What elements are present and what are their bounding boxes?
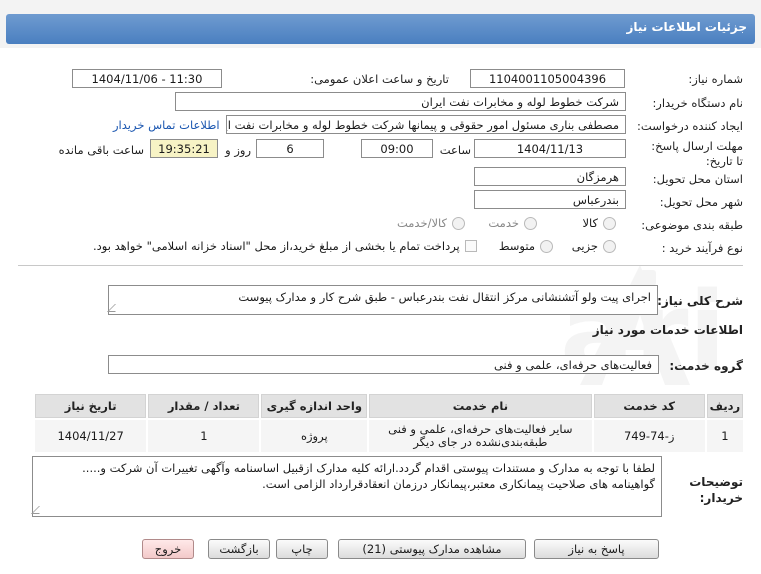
category-option-goods-service[interactable]: کالا/خدمت xyxy=(397,216,465,230)
cell-row-number: 1 xyxy=(706,420,743,452)
description-label: شرح کلی نیاز: xyxy=(657,294,743,308)
purchase-option-minor[interactable]: جزیی xyxy=(572,239,616,253)
resize-handle-icon[interactable] xyxy=(31,506,47,514)
description-textarea: اجرای پیت ولو آتشنشانی مرکز انتقال نفت ب… xyxy=(107,285,658,315)
buyer-org-field: شرکت خطوط لوله و مخابرات نفت ایران xyxy=(175,92,626,111)
treasury-payment-checkbox[interactable]: پرداخت تمام یا بخشی از مبلغ خرید،از محل … xyxy=(93,239,477,253)
radio-icon[interactable] xyxy=(540,239,553,253)
creator-label: ایجاد کننده درخواست: xyxy=(637,119,743,133)
cell-quantity: 1 xyxy=(148,420,260,452)
cell-service-name: سایر فعالیت‌های حرفه‌ای، علمی و فنی طبقه… xyxy=(369,420,592,452)
description-text: اجرای پیت ولو آتشنشانی مرکز انتقال نفت ب… xyxy=(238,290,651,304)
title-bar: جزئیات اطلاعات نیاز xyxy=(0,0,761,48)
province-field: هرمزگان xyxy=(474,167,626,186)
back-button[interactable]: بازگشت xyxy=(208,539,270,559)
checkbox-icon[interactable] xyxy=(464,240,477,252)
city-label: شهر محل تحویل: xyxy=(659,195,743,209)
col-quantity: تعداد / مقدار xyxy=(148,394,260,418)
remaining-time-field: 19:35:21 xyxy=(150,139,218,158)
days-label: روز و xyxy=(225,143,251,157)
cell-unit: پروژه xyxy=(261,420,368,452)
city-field: بندرعباس xyxy=(474,190,626,209)
table-header-row: ردیف کد خدمت نام خدمت واحد اندازه گیری ت… xyxy=(35,394,743,418)
deadline-time-field: 09:00 xyxy=(361,139,433,158)
remaining-time-label: ساعت باقی مانده xyxy=(58,143,144,157)
reply-button[interactable]: پاسخ به نیاز xyxy=(534,539,659,559)
col-unit: واحد اندازه گیری xyxy=(261,394,368,418)
category-option-goods[interactable]: کالا xyxy=(582,216,616,230)
deadline-time-label: ساعت xyxy=(439,143,471,157)
days-remaining-field: 6 xyxy=(256,139,324,158)
col-need-date: تاریخ نیاز xyxy=(35,394,147,418)
need-number-label: شماره نیاز: xyxy=(688,72,743,86)
purchase-type-label: نوع فرآیند خرید : xyxy=(661,241,743,255)
col-service-name: نام خدمت xyxy=(369,394,592,418)
cell-need-date: 1404/11/27 xyxy=(35,420,147,452)
col-service-code: کد خدمت xyxy=(593,394,705,418)
buyer-org-label: نام دستگاه خریدار: xyxy=(652,96,743,110)
buyer-contact-link[interactable]: اطلاعات تماس خریدار xyxy=(113,118,220,132)
deadline-label: مهلت ارسال پاسخ: تا تاریخ: xyxy=(651,139,743,168)
deadline-date-field: 1404/11/13 xyxy=(474,139,626,158)
services-section-title: اطلاعات خدمات مورد نیاز xyxy=(592,323,743,337)
need-number-field: 1104001105004396 xyxy=(470,69,625,88)
page-title: جزئیات اطلاعات نیاز xyxy=(626,20,747,34)
service-group-label: گروه خدمت: xyxy=(669,359,743,373)
col-row-number: ردیف xyxy=(706,394,743,418)
buyer-notes-text: لطفا با توجه به مدارک و مستندات پیوستی ا… xyxy=(82,461,655,491)
radio-icon[interactable] xyxy=(603,239,616,253)
radio-icon[interactable] xyxy=(603,216,616,230)
print-button[interactable]: چاپ xyxy=(276,539,328,559)
announce-date-label: تاریخ و ساعت اعلان عمومی: xyxy=(310,72,449,86)
view-attachments-button[interactable]: مشاهده مدارک پیوستی (21) xyxy=(338,539,526,559)
buyer-notes-textarea: لطفا با توجه به مدارک و مستندات پیوستی ا… xyxy=(31,456,662,517)
services-table: ردیف کد خدمت نام خدمت واحد اندازه گیری ت… xyxy=(33,392,745,454)
purchase-option-medium[interactable]: متوسط xyxy=(499,239,553,253)
creator-field: مصطفی بناری مسئول امور حقوقی و پیمانها ش… xyxy=(226,115,626,134)
category-label: طبقه بندی موضوعی: xyxy=(641,218,743,232)
resize-handle-icon[interactable] xyxy=(107,304,123,312)
buyer-notes-label: توضیحات خریدار: xyxy=(689,475,743,505)
category-option-service[interactable]: خدمت xyxy=(488,216,537,230)
cell-service-code: ز-74-749 xyxy=(593,420,705,452)
service-group-field: فعالیت‌های حرفه‌ای، علمی و فنی xyxy=(108,355,659,374)
province-label: استان محل تحویل: xyxy=(652,172,743,186)
radio-icon[interactable] xyxy=(524,216,537,230)
table-row: 1 ز-74-749 سایر فعالیت‌های حرفه‌ای، علمی… xyxy=(35,420,743,452)
announce-date-field: 1404/11/06 - 11:30 xyxy=(72,69,222,88)
divider xyxy=(18,265,743,266)
radio-icon[interactable] xyxy=(452,216,465,230)
exit-button[interactable]: خروج xyxy=(142,539,194,559)
